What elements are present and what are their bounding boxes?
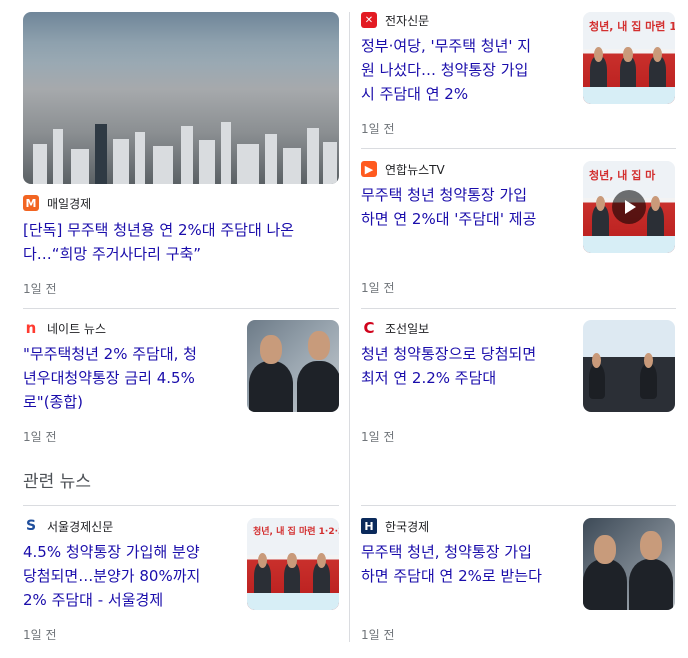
- timestamp: 1일 전: [23, 430, 57, 444]
- news-card-maeil[interactable]: M 매일경제 [단독] 무주택 청년용 연 2%대 주담대 나온 다…“희망 주…: [23, 12, 339, 302]
- row-divider: [361, 308, 676, 309]
- politicians-photo[interactable]: [247, 320, 339, 412]
- timestamp: 1일 전: [361, 628, 395, 642]
- source-row: M 매일경제: [23, 195, 91, 211]
- headline-link[interactable]: 청년 청약통장으로 당첨되면 최저 연 2.2% 주담대: [361, 342, 571, 390]
- source-name: 조선일보: [385, 321, 430, 336]
- row-divider: [23, 505, 339, 506]
- news-card-nate[interactable]: n 네이트 뉴스 "무주택청년 2% 주담대, 청 년우대청약통장 금리 4.5…: [23, 319, 339, 450]
- headline-link[interactable]: 무주택 청년, 청약통장 가입 하면 주담대 연 2%로 받는다: [361, 540, 571, 588]
- news-card-chosun[interactable]: C 조선일보 청년 청약통장으로 당첨되면 최저 연 2.2% 주담대 1일 전: [361, 319, 676, 450]
- headline-link[interactable]: 무주택 청년 청약통장 가입 하면 연 2%대 '주담대' 제공: [361, 183, 571, 231]
- source-name: 서울경제신문: [47, 519, 114, 534]
- source-name: 전자신문: [385, 13, 430, 28]
- maeil-logo-icon: M: [23, 195, 39, 211]
- etnews-logo-icon: ✕: [361, 12, 377, 28]
- news-card-etnews[interactable]: ✕ 전자신문 정부·여당, '무주택 청년' 지 원 나섰다… 청약통장 가입 …: [361, 12, 676, 142]
- yonhaptv-logo-icon: ▶: [361, 161, 377, 177]
- column-divider: [349, 12, 350, 642]
- press-conference-photo[interactable]: 청년, 내 집 마련 1·2·3: [247, 518, 339, 610]
- video-thumbnail[interactable]: 청년, 내 집 마: [583, 161, 675, 253]
- press-conference-photo[interactable]: [583, 320, 675, 412]
- hankyung-logo-icon: H: [361, 518, 377, 534]
- source-name: 한국경제: [385, 519, 430, 534]
- headline-link[interactable]: [단독] 무주택 청년용 연 2%대 주담대 나온 다…“희망 주거사다리 구축…: [23, 218, 339, 266]
- row-divider: [361, 505, 676, 506]
- chosun-logo-icon: C: [361, 319, 377, 337]
- headline-link[interactable]: 4.5% 청약통장 가입해 분양 당첨되면…분양가 80%까지 2% 주담대 -…: [23, 540, 233, 612]
- row-divider: [23, 308, 339, 309]
- sedaily-logo-icon: S: [23, 518, 39, 534]
- related-news-heading: 관련 뉴스: [23, 472, 91, 492]
- timestamp: 1일 전: [361, 122, 395, 136]
- news-card-sedaily[interactable]: S 서울경제신문 4.5% 청약통장 가입해 분양 당첨되면…분양가 80%까지…: [23, 518, 339, 648]
- news-card-yonhaptv[interactable]: ▶ 연합뉴스TV 무주택 청년 청약통장 가입 하면 연 2%대 '주담대' 제…: [361, 161, 676, 301]
- source-name: 네이트 뉴스: [47, 321, 107, 336]
- news-card-hankyung[interactable]: H 한국경제 무주택 청년, 청약통장 가입 하면 주담대 연 2%로 받는다 …: [361, 518, 676, 648]
- nate-logo-icon: n: [23, 319, 39, 337]
- row-divider: [361, 148, 676, 149]
- headline-link[interactable]: "무주택청년 2% 주담대, 청 년우대청약통장 금리 4.5% 로"(종합): [23, 342, 233, 414]
- politicians-photo[interactable]: [583, 518, 675, 610]
- source-name: 매일경제: [47, 196, 92, 211]
- play-icon[interactable]: [612, 190, 646, 224]
- press-conference-photo[interactable]: 청년, 내 집 마련 1·: [583, 12, 675, 104]
- timestamp: 1일 전: [361, 430, 395, 444]
- headline-link[interactable]: 정부·여당, '무주택 청년' 지 원 나섰다… 청약통장 가입 시 주담대 연…: [361, 34, 571, 106]
- timestamp: 1일 전: [23, 282, 57, 296]
- timestamp: 1일 전: [361, 281, 395, 295]
- source-name: 연합뉴스TV: [385, 162, 445, 177]
- city-skyline-photo[interactable]: [23, 12, 339, 184]
- timestamp: 1일 전: [23, 628, 57, 642]
